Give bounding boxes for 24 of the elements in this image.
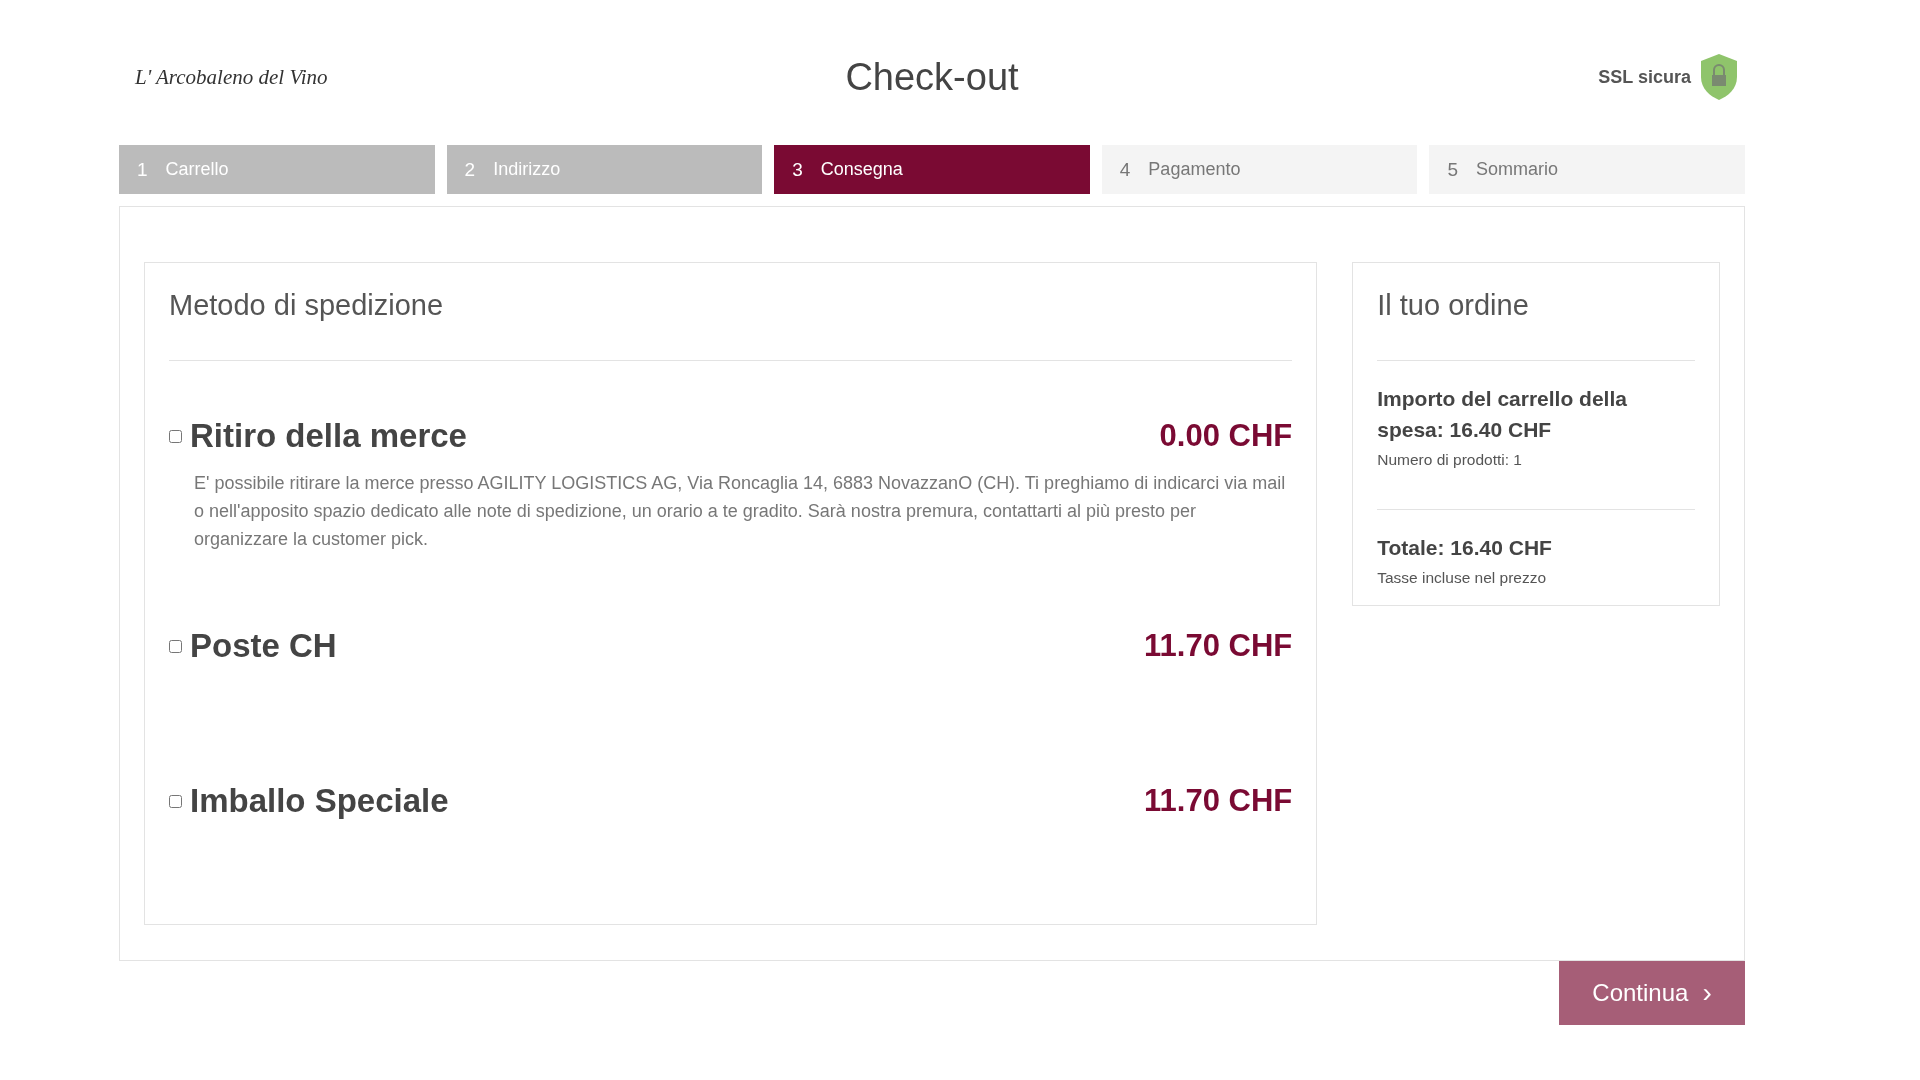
- shipping-checkbox[interactable]: [169, 639, 182, 653]
- continue-button[interactable]: Continua ›: [1559, 961, 1745, 1025]
- order-total: Totale: 16.40 CHF: [1377, 535, 1553, 561]
- product-count: Numero di prodotti: 1: [1377, 451, 1523, 469]
- shipping-price: 11.70 CHF: [1144, 783, 1293, 819]
- ssl-label: SSL sicura: [1598, 66, 1691, 88]
- cart-amount: Importo del carrello della spesa: 16.40 CHF: [1377, 386, 1628, 443]
- checkout-step[interactable]: 4 Pagamento: [1101, 145, 1418, 194]
- shipping-option-name: Ritiro della merce: [190, 417, 468, 455]
- checkout-step[interactable]: 3 Consegna: [774, 145, 1090, 194]
- page-title: Check-out: [845, 55, 1019, 99]
- checkout-step[interactable]: 5 Sommario: [1429, 145, 1745, 194]
- shield-lock-icon: [1699, 53, 1739, 101]
- shipping-checkbox[interactable]: [169, 794, 182, 808]
- shipping-option-name: Imballo Speciale: [190, 782, 450, 820]
- shipping-checkbox[interactable]: [169, 429, 182, 443]
- tax-note: Tasse incluse nel prezzo: [1377, 569, 1548, 587]
- order-title: Il tuo ordine: [1377, 263, 1695, 361]
- shipping-price: 11.70 CHF: [1144, 628, 1293, 664]
- shipping-description: E' possibile ritirare la merce presso AGILITY LOGISTICS AG, Via Roncaglia 14, 6883 NovazzanO (CH). Ti preghiamo di indicarci via mail o nell'apposito spazio dedicato alle note di spedizione, un orario a te gradito. Sarà nostra premura, contattarti al più presto per organizzare la customer pick.: [194, 472, 1287, 551]
- shipping-option-name: Poste CH: [190, 627, 338, 665]
- shipping-price: 0.00 CHF: [1159, 418, 1293, 454]
- logo[interactable]: L' Arcobaleno del Vino: [135, 64, 328, 90]
- shipping-title: Metodo di spedizione: [169, 263, 1293, 361]
